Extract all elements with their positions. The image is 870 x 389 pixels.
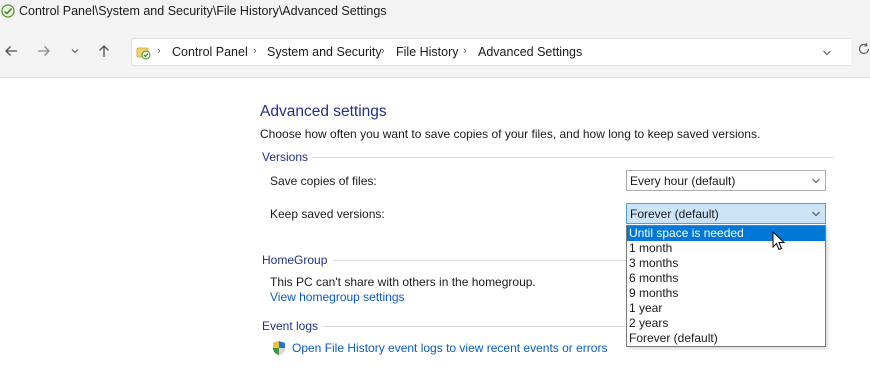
chevron-right-icon: › [463,45,467,57]
control-panel-icon [1,4,15,18]
control-panel-icon [136,47,151,60]
save-copies-select[interactable]: Every hour (default) [626,170,826,191]
versions-divider [312,157,834,158]
chevron-down-icon [812,178,820,184]
save-copies-value: Every hour (default) [630,174,736,188]
keep-versions-value: Forever (default) [630,207,719,221]
open-event-logs-link[interactable]: Open File History event logs to view rec… [292,341,607,355]
forward-arrow-icon [38,46,50,56]
back-button[interactable] [0,40,22,62]
page-title: Advanced settings [260,103,387,120]
option-1-month[interactable]: 1 month [627,241,825,256]
option-until-space-needed[interactable]: Until space is needed [627,226,825,241]
back-arrow-icon [5,46,17,56]
event-logs-group-label: Event logs [262,319,319,333]
refresh-icon[interactable] [857,42,870,56]
uac-shield-icon [273,341,285,355]
breadcrumb-file-history[interactable]: File History [396,45,459,59]
versions-group-label: Versions [262,150,309,164]
homegroup-divider [333,260,626,261]
breadcrumb-system-and-security[interactable]: System and Security [267,45,382,59]
keep-versions-label: Keep saved versions: [270,207,385,221]
save-copies-label: Save copies of files: [270,174,377,188]
option-3-months[interactable]: 3 months [627,256,825,271]
option-1-year[interactable]: 1 year [627,301,825,316]
chevron-down-icon [812,211,820,217]
chevron-right-icon: › [253,45,257,57]
breadcrumb-advanced-settings[interactable]: Advanced Settings [478,45,582,59]
mouse-cursor-icon [772,231,786,251]
page-description: Choose how often you want to save copies… [260,127,761,141]
address-dropdown-icon[interactable] [820,46,834,60]
event-logs-divider [322,326,626,327]
up-button[interactable] [93,40,115,62]
option-2-years[interactable]: 2 years [627,316,825,331]
chevron-right-icon: › [381,45,385,57]
window-title: Control Panel\System and Security\File H… [19,4,387,18]
view-homegroup-settings-link[interactable]: View homegroup settings [270,290,405,304]
homegroup-group-label: HomeGroup [262,253,328,267]
keep-versions-dropdown-list: Until space is needed 1 month 3 months 6… [626,225,826,347]
navigation-bar: › Control Panel › System and Security › … [0,24,870,78]
keep-versions-select[interactable]: Forever (default) [626,203,826,224]
chevron-down-icon [71,49,79,54]
title-bar: Control Panel\System and Security\File H… [0,0,870,24]
option-9-months[interactable]: 9 months [627,286,825,301]
homegroup-status: This PC can't share with others in the h… [270,275,536,289]
address-bar[interactable]: › Control Panel › System and Security › … [131,38,851,66]
chevron-right-icon: › [157,45,161,57]
up-arrow-icon [99,45,109,57]
recent-locations-button[interactable] [64,40,86,62]
option-6-months[interactable]: 6 months [627,271,825,286]
breadcrumb-control-panel[interactable]: Control Panel [172,45,248,59]
forward-button[interactable] [33,40,55,62]
option-forever-default[interactable]: Forever (default) [627,331,825,346]
